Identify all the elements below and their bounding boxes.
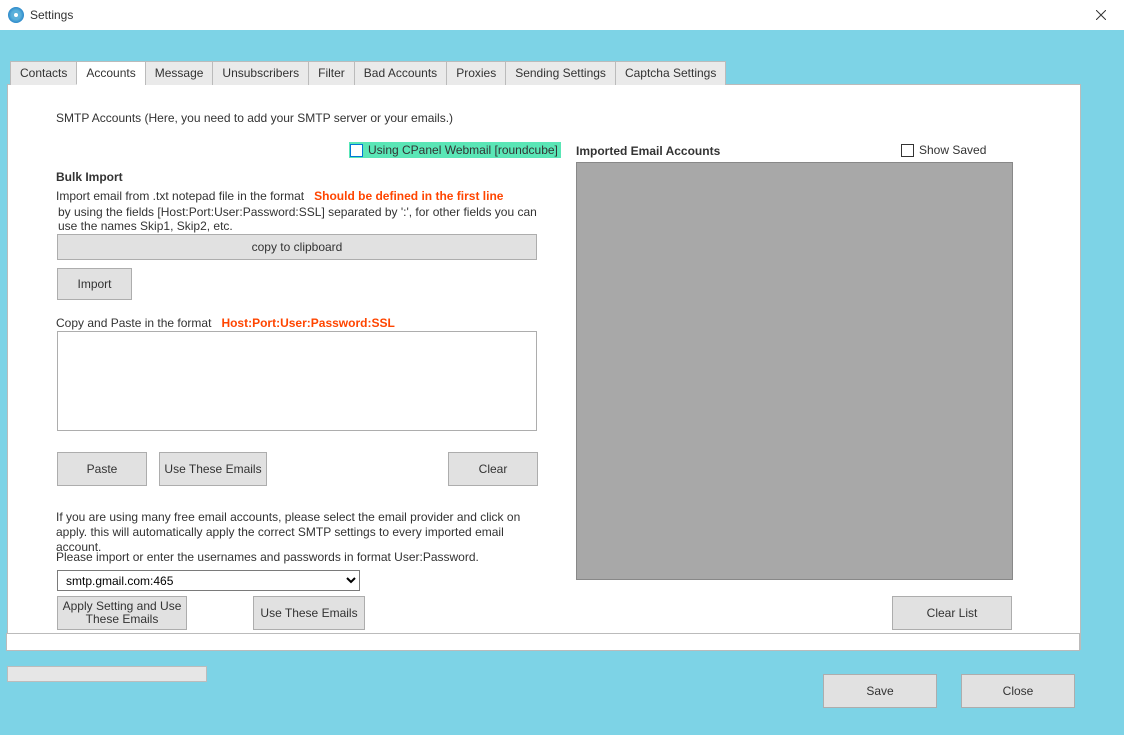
copy-to-clipboard-button[interactable]: copy to clipboard — [57, 234, 537, 260]
save-button[interactable]: Save — [823, 674, 937, 708]
bulk-import-title: Bulk Import — [56, 170, 123, 184]
tab-proxies[interactable]: Proxies — [446, 61, 506, 85]
show-saved-checkbox[interactable]: Show Saved — [901, 143, 986, 157]
show-saved-label: Show Saved — [919, 143, 986, 157]
imported-header: Imported Email Accounts — [576, 144, 720, 158]
tab-strip: Contacts Accounts Message Unsubscribers … — [7, 60, 1081, 85]
import-email-line: Import email from .txt notepad file in t… — [56, 189, 503, 203]
use-these-emails-button[interactable]: Use These Emails — [159, 452, 267, 486]
user-password-hint: Please import or enter the usernames and… — [56, 550, 548, 564]
progress-bar — [7, 666, 207, 682]
fields-hint: by using the fields [Host:Port:User:Pass… — [58, 205, 538, 233]
title-bar: Settings — [0, 0, 1124, 30]
use-these-emails-button-2[interactable]: Use These Emails — [253, 596, 365, 630]
close-button[interactable]: Close — [961, 674, 1075, 708]
tab-message[interactable]: Message — [145, 61, 214, 85]
import-button[interactable]: Import — [57, 268, 132, 300]
close-icon — [1096, 10, 1106, 20]
footer-bar — [6, 633, 1080, 651]
cpanel-checkbox-label: Using CPanel Webmail [roundcube] — [368, 143, 558, 157]
copy-paste-format: Host:Port:User:Password:SSL — [221, 316, 394, 330]
should-define-warning: Should be defined in the first line — [314, 189, 503, 203]
close-window-button[interactable] — [1078, 0, 1124, 30]
paste-textarea[interactable] — [57, 331, 537, 431]
tab-accounts[interactable]: Accounts — [76, 61, 145, 85]
tab-contacts[interactable]: Contacts — [10, 61, 77, 85]
cpanel-checkbox[interactable]: Using CPanel Webmail [roundcube] — [349, 142, 561, 158]
tab-panel-accounts: SMTP Accounts (Here, you need to add you… — [7, 85, 1081, 650]
app-icon — [8, 7, 24, 23]
tab-sending-settings[interactable]: Sending Settings — [505, 61, 616, 85]
checkbox-icon — [350, 144, 363, 157]
clear-button[interactable]: Clear — [448, 452, 538, 486]
smtp-header: SMTP Accounts (Here, you need to add you… — [56, 111, 453, 125]
clear-list-button[interactable]: Clear List — [892, 596, 1012, 630]
tab-notebook: Contacts Accounts Message Unsubscribers … — [7, 60, 1081, 650]
smtp-provider-select[interactable]: smtp.gmail.com:465 — [57, 570, 360, 591]
window-title: Settings — [30, 8, 1078, 22]
tab-filter[interactable]: Filter — [308, 61, 355, 85]
imported-accounts-list[interactable] — [576, 162, 1013, 580]
apply-setting-button[interactable]: Apply Setting and Use These Emails — [57, 596, 187, 630]
checkbox-icon — [901, 144, 914, 157]
tab-unsubscribers[interactable]: Unsubscribers — [212, 61, 309, 85]
client-area: Contacts Accounts Message Unsubscribers … — [0, 30, 1124, 735]
tab-bad-accounts[interactable]: Bad Accounts — [354, 61, 447, 85]
free-email-hint: If you are using many free email account… — [56, 510, 548, 555]
copy-paste-label: Copy and Paste in the format Host:Port:U… — [56, 316, 395, 330]
paste-button[interactable]: Paste — [57, 452, 147, 486]
tab-captcha-settings[interactable]: Captcha Settings — [615, 61, 726, 85]
